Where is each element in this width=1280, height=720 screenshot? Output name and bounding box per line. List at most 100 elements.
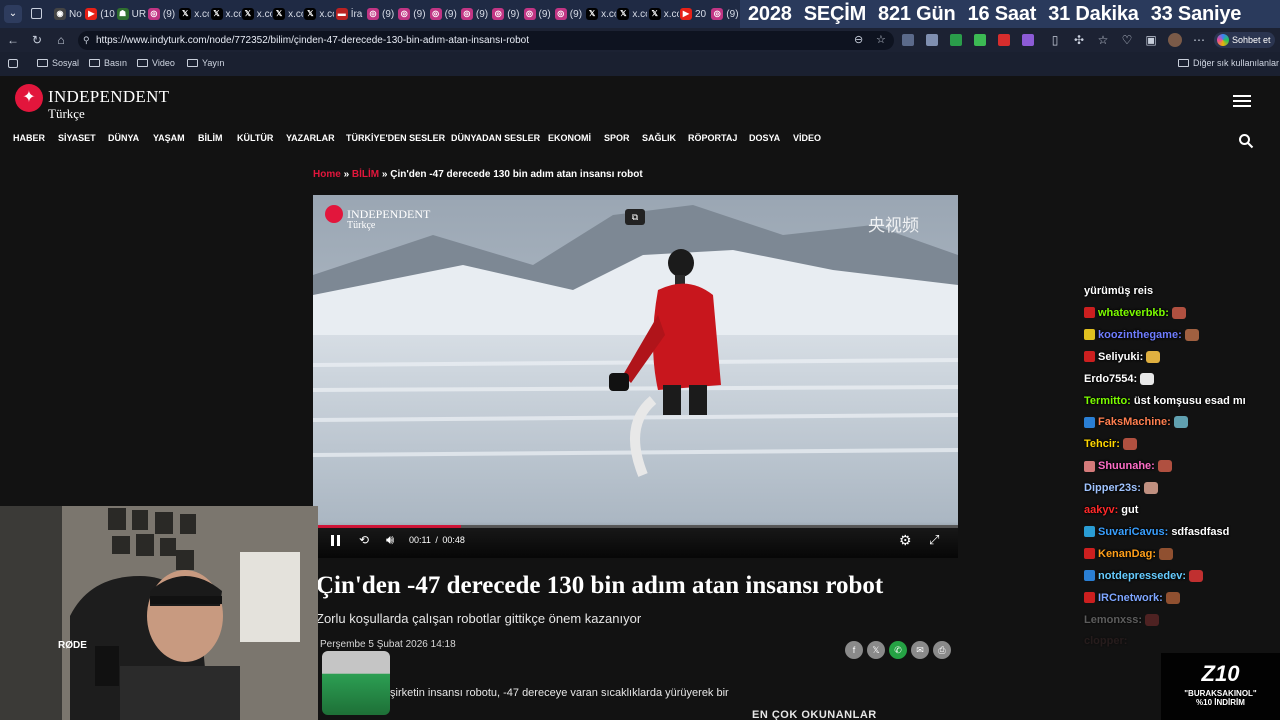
browser-tab[interactable]: 𝕏x.co	[586, 4, 616, 24]
chat-username: Lemonxss:	[1084, 613, 1143, 626]
browser-tab[interactable]: ◎ (9)	[367, 4, 397, 24]
whatsapp-share-icon[interactable]: ✆	[889, 641, 907, 659]
nav-item-12[interactable]: RÖPORTAJ	[688, 133, 737, 143]
extension-icon-3[interactable]	[950, 34, 962, 46]
breadcrumb-home-link[interactable]: Home	[313, 169, 341, 180]
browser-tab[interactable]: ◉ No	[54, 4, 84, 24]
favorite-star-icon[interactable]: ☆	[876, 31, 886, 50]
browser-tab[interactable]: ◎ (9)	[429, 4, 460, 24]
nav-item-10[interactable]: SPOR	[604, 133, 630, 143]
browser-tab[interactable]: ◎ (9)	[711, 4, 741, 24]
folder-icon	[37, 59, 48, 67]
browser-tab[interactable]: ☗ UR	[116, 4, 147, 24]
browser-tab[interactable]: 𝕏x.co	[617, 4, 647, 24]
browser-essentials-icon[interactable]: ♡	[1120, 33, 1134, 47]
copilot-chat-button[interactable]: Sohbet et	[1214, 32, 1275, 48]
video-watermark-logo-icon	[325, 205, 343, 223]
browser-tab[interactable]: 𝕏x.co	[210, 4, 241, 24]
nav-item-4[interactable]: BİLİM	[198, 133, 223, 143]
browser-tab[interactable]: ◎ (9)	[460, 4, 491, 24]
volume-icon[interactable]: 🔊︎	[386, 532, 394, 548]
bookmark-folder-yayin[interactable]: Yayın	[187, 58, 224, 68]
tab-favicon-icon: 𝕏	[210, 8, 223, 20]
browser-tab[interactable]: 𝕏x.co	[648, 4, 679, 24]
nav-item-3[interactable]: YAŞAM	[153, 133, 185, 143]
tab-title: (9)	[162, 8, 176, 20]
search-icon[interactable]	[1238, 133, 1254, 149]
nav-item-0[interactable]: HABER	[13, 133, 45, 143]
chat-message: koozinthegame:	[1084, 326, 1199, 344]
back-icon[interactable]: ←	[6, 33, 20, 47]
print-icon[interactable]: ⎙	[933, 641, 951, 659]
picture-in-picture-icon[interactable]: ⧉	[625, 209, 645, 225]
translate-icon[interactable]: ⊖	[854, 31, 863, 50]
fullscreen-icon[interactable]: ⤢	[929, 532, 939, 548]
video-player[interactable]: INDEPENDENT Türkçe 央视频 ⧉ ⟲ 🔊︎ 00:11 / 00…	[313, 195, 958, 558]
video-watermark-subtitle: Türkçe	[347, 220, 376, 231]
browser-tab[interactable]: 𝕏x.co	[241, 4, 272, 24]
bookmark-folder-sosyal[interactable]: Sosyal	[37, 58, 79, 68]
nav-item-11[interactable]: SAĞLIK	[642, 133, 676, 143]
share-buttons: f 𝕏 ✆ ✉ ⎙	[845, 641, 951, 659]
eagle-logo-icon[interactable]: ✦	[15, 84, 43, 112]
browser-tab[interactable]: 𝕏x.co	[179, 4, 209, 24]
breadcrumb-section-link[interactable]: BİLİM	[352, 169, 379, 180]
browser-tab[interactable]: 𝕏x.co	[273, 4, 303, 24]
extension-icon-4[interactable]	[974, 34, 986, 46]
tab-favicon-icon: 𝕏	[586, 8, 599, 20]
extension-icon-5[interactable]	[998, 34, 1010, 46]
pause-icon[interactable]	[331, 535, 341, 546]
url-input[interactable]: ⚲ https://www.indyturk.com/node/772352/b…	[78, 31, 894, 50]
bookmarks-sidebar-icon[interactable]	[8, 59, 18, 68]
nav-item-6[interactable]: YAZARLAR	[286, 133, 335, 143]
browser-tab[interactable]: ▶ (10	[85, 4, 115, 24]
nav-item-8[interactable]: DÜNYADAN SESLER	[451, 133, 540, 143]
site-logo-text[interactable]: INDEPENDENT	[48, 87, 169, 107]
nav-item-14[interactable]: VİDEO	[793, 133, 821, 143]
browser-tab[interactable]: ▶ 20	[680, 4, 710, 24]
refresh-icon[interactable]: ↻	[30, 33, 44, 47]
countdown-hours: 16 Saat	[967, 2, 1037, 25]
bookmark-folder-video[interactable]: Video	[137, 58, 175, 68]
chat-message: Dipper23s:	[1084, 479, 1158, 497]
extensions-icon[interactable]: ✣	[1072, 33, 1086, 47]
browser-tab[interactable]: ◎ (9)	[398, 4, 428, 24]
site-info-icon[interactable]: ⚲	[83, 31, 90, 50]
extension-icon-2[interactable]	[926, 34, 938, 46]
nav-item-5[interactable]: KÜLTÜR	[237, 133, 273, 143]
browser-tab[interactable]: 𝕏x.co	[304, 4, 334, 24]
browser-tab[interactable]: ◎ (9)	[523, 4, 554, 24]
browser-tab[interactable]: ◎ (9)	[492, 4, 522, 24]
workspaces-icon[interactable]	[31, 8, 42, 19]
tab-title: x.co	[632, 8, 647, 20]
chat-badge-icon	[1084, 351, 1095, 363]
nav-item-13[interactable]: DOSYA	[749, 133, 780, 143]
favorites-icon[interactable]: ☆	[1096, 33, 1110, 47]
extension-icon-1[interactable]	[902, 34, 914, 46]
nav-item-7[interactable]: TÜRKİYE'DEN SESLER	[346, 133, 445, 143]
browser-tab[interactable]: ▬ İra	[335, 4, 366, 24]
chat-emote-icon	[1143, 482, 1158, 495]
x-share-icon[interactable]: 𝕏	[867, 641, 885, 659]
bookmark-folder-basin[interactable]: Basın	[89, 58, 127, 68]
extension-icon-6[interactable]	[1022, 34, 1034, 46]
browser-tab[interactable]: ◎ (9)	[554, 4, 585, 24]
rewind-10-icon[interactable]: ⟲	[359, 533, 369, 547]
email-share-icon[interactable]: ✉	[911, 641, 929, 659]
more-options-icon[interactable]: ⋯	[1192, 33, 1206, 47]
browser-tab[interactable]: ◎ (9)	[147, 4, 178, 24]
site-logo-subtitle[interactable]: Türkçe	[48, 106, 85, 122]
facebook-share-icon[interactable]: f	[845, 641, 863, 659]
profile-avatar[interactable]	[1168, 33, 1182, 47]
tab-list-menu-button[interactable]: ⌄	[4, 5, 22, 23]
nav-item-2[interactable]: DÜNYA	[108, 133, 139, 143]
home-icon[interactable]: ⌂	[54, 33, 68, 47]
hamburger-menu-icon[interactable]	[1233, 95, 1251, 109]
collections-icon[interactable]: ▣	[1144, 33, 1158, 47]
other-favorites-folder[interactable]: Diğer sık kullanılanlar	[1178, 58, 1279, 68]
settings-gear-icon[interactable]: ⚙	[899, 532, 912, 549]
nav-item-9[interactable]: EKONOMİ	[548, 133, 591, 143]
breadcrumb-separator: »	[343, 169, 350, 180]
split-screen-icon[interactable]: ▯	[1048, 33, 1062, 47]
nav-item-1[interactable]: SİYASET	[58, 133, 96, 143]
